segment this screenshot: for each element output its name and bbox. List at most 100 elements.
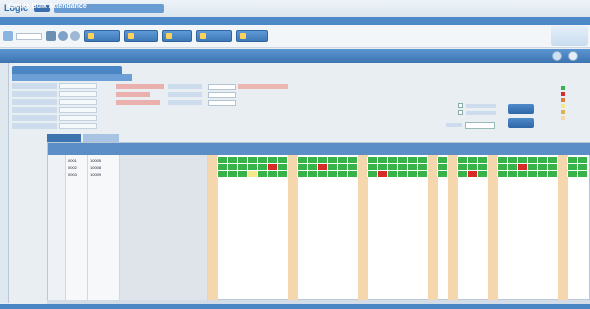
attendance-cell[interactable] (378, 171, 388, 177)
attendance-cell[interactable] (248, 157, 258, 163)
attendance-cell[interactable] (218, 164, 228, 170)
attendance-cell[interactable] (478, 164, 488, 170)
attendance-cell[interactable] (208, 171, 218, 177)
attendance-cell[interactable] (278, 164, 288, 170)
attendance-cell[interactable] (418, 157, 428, 163)
attendance-cell[interactable] (578, 164, 588, 170)
attendance-cell[interactable] (498, 157, 508, 163)
attendance-cell[interactable] (568, 157, 578, 163)
attendance-cell[interactable] (348, 164, 358, 170)
attendance-cell[interactable] (468, 164, 478, 170)
nav-item[interactable] (48, 18, 88, 24)
table-row[interactable]: 0002 10008 (48, 164, 590, 171)
table-row[interactable]: 0001 10005 (48, 157, 590, 164)
attendance-cell[interactable] (398, 171, 408, 177)
attendance-cell[interactable] (368, 157, 378, 163)
attendance-cell[interactable] (328, 164, 338, 170)
attendance-cell[interactable] (448, 157, 458, 163)
attendance-cell[interactable] (558, 164, 568, 170)
status-select[interactable] (465, 122, 495, 129)
attendance-cell[interactable] (478, 157, 488, 163)
nav-item[interactable] (94, 18, 134, 24)
attendance-cell[interactable] (238, 164, 248, 170)
nav-item[interactable] (234, 18, 274, 24)
attendance-cell[interactable] (538, 171, 548, 177)
nav-item[interactable] (328, 18, 368, 24)
attendance-cell[interactable] (238, 157, 248, 163)
attendance-cell[interactable] (538, 157, 548, 163)
attendance-cell[interactable] (258, 157, 268, 163)
period-select[interactable] (16, 33, 42, 40)
attendance-cell[interactable] (378, 164, 388, 170)
date-input[interactable] (208, 100, 236, 106)
attendance-cell[interactable] (518, 164, 528, 170)
attendance-cell[interactable] (568, 171, 578, 177)
attendance-cell[interactable] (338, 164, 348, 170)
attendance-cell[interactable] (248, 171, 258, 177)
attendance-cell[interactable] (458, 157, 468, 163)
toolbar-button[interactable] (236, 30, 268, 42)
attendance-cell[interactable] (528, 164, 538, 170)
nav-item[interactable] (4, 18, 42, 24)
attendance-cell[interactable] (248, 164, 258, 170)
attendance-cell[interactable] (508, 164, 518, 170)
attendance-cell[interactable] (268, 171, 278, 177)
save-icon[interactable] (46, 31, 56, 41)
toolbar-button[interactable] (162, 30, 192, 42)
attendance-cell[interactable] (268, 157, 278, 163)
attendance-cell[interactable] (538, 164, 548, 170)
attendance-cell[interactable] (488, 157, 498, 163)
attendance-cell[interactable] (288, 164, 298, 170)
toolbar-button[interactable] (124, 30, 158, 42)
table-row[interactable]: 0003 10009 (48, 171, 590, 178)
attendance-cell[interactable] (328, 157, 338, 163)
attendance-cell[interactable] (428, 157, 438, 163)
attendance-cell[interactable] (548, 164, 558, 170)
attendance-cell[interactable] (568, 164, 578, 170)
attendance-cell[interactable] (498, 171, 508, 177)
attendance-cell[interactable] (308, 171, 318, 177)
apply-button[interactable] (508, 118, 534, 128)
attendance-cell[interactable] (448, 164, 458, 170)
attendance-cell[interactable] (348, 157, 358, 163)
attendance-cell[interactable] (258, 164, 268, 170)
attendance-cell[interactable] (318, 164, 328, 170)
nav-item[interactable] (466, 18, 502, 24)
attendance-cell[interactable] (558, 157, 568, 163)
settings-icon[interactable] (70, 31, 80, 41)
attendance-cell[interactable] (328, 171, 338, 177)
attendance-cell[interactable] (308, 164, 318, 170)
attendance-cell[interactable] (308, 157, 318, 163)
set-all-button[interactable] (508, 104, 534, 114)
tab-summary[interactable] (83, 134, 119, 142)
attendance-cell[interactable] (228, 171, 238, 177)
attendance-cell[interactable] (358, 164, 368, 170)
attendance-cell[interactable] (228, 157, 238, 163)
attendance-cell[interactable] (468, 171, 478, 177)
attendance-cell[interactable] (408, 171, 418, 177)
attendance-cell[interactable] (548, 171, 558, 177)
attendance-cell[interactable] (418, 171, 428, 177)
attendance-cell[interactable] (448, 171, 458, 177)
date-input[interactable] (208, 92, 236, 98)
nav-item[interactable] (420, 18, 460, 24)
attendance-cell[interactable] (348, 171, 358, 177)
nav-item[interactable] (374, 18, 414, 24)
attendance-cell[interactable] (268, 164, 278, 170)
attendance-cell[interactable] (388, 157, 398, 163)
alert-icon[interactable] (568, 51, 578, 61)
attendance-cell[interactable] (468, 157, 478, 163)
attendance-cell[interactable] (508, 171, 518, 177)
attendance-cell[interactable] (488, 171, 498, 177)
attendance-cell[interactable] (278, 171, 288, 177)
checkbox-option[interactable] (458, 110, 463, 115)
side-collapse-strip[interactable] (0, 63, 9, 303)
attendance-cell[interactable] (528, 171, 538, 177)
attendance-cell[interactable] (368, 164, 378, 170)
attendance-cell[interactable] (208, 164, 218, 170)
toolbar-button[interactable] (84, 30, 120, 42)
attendance-cell[interactable] (558, 171, 568, 177)
attendance-cell[interactable] (338, 157, 348, 163)
attendance-cell[interactable] (238, 171, 248, 177)
attendance-cell[interactable] (288, 157, 298, 163)
